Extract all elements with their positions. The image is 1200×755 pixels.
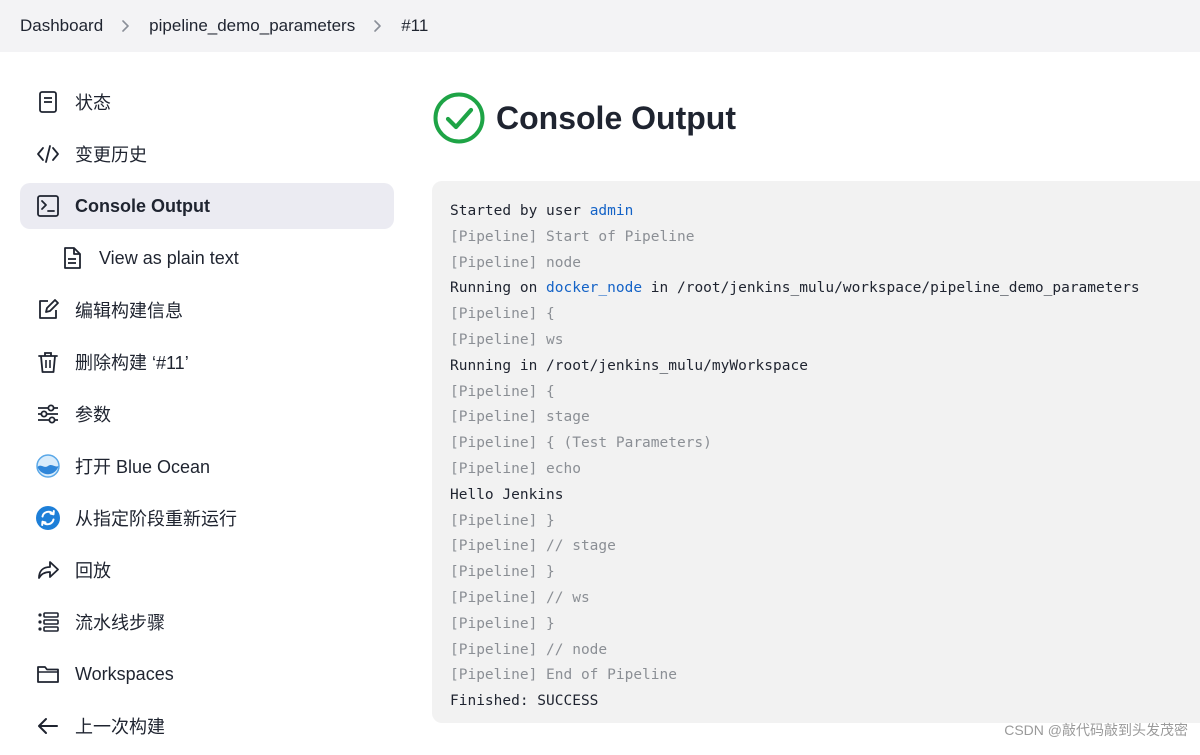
user-link[interactable]: admin (590, 203, 634, 219)
replay-icon (34, 556, 62, 584)
console-line: [Pipeline] node (450, 254, 581, 271)
console-line: [Pipeline] echo (450, 460, 581, 477)
terminal-icon (34, 192, 62, 220)
sidebar-item-label: 打开 Blue Ocean (75, 457, 211, 477)
sidebar-item-workspaces[interactable]: Workspaces (20, 651, 394, 697)
sidebar-item-label: Workspaces (75, 663, 174, 684)
breadcrumb: Dashboard pipeline_demo_parameters #11 (0, 0, 1200, 52)
console-line: Hello Jenkins (450, 486, 564, 503)
console-line: Started by user admin (450, 199, 1200, 225)
sidebar-item-console-output[interactable]: Console Output (20, 183, 394, 229)
sidebar-item-label: 上一次构建 (75, 717, 165, 737)
file-text-icon (58, 244, 86, 272)
code-icon (34, 140, 62, 168)
sidebar-item-previous-build[interactable]: 上一次构建 (20, 703, 394, 749)
blue-ocean-icon (34, 452, 62, 480)
document-icon (34, 88, 62, 116)
trash-icon (34, 348, 62, 376)
sidebar-item-delete-build[interactable]: 删除构建 ‘#11’ (20, 339, 394, 385)
sidebar-item-label: Console Output (75, 195, 210, 216)
sidebar-item-label: 状态 (75, 93, 111, 113)
console-output: Started by user admin [Pipeline] Start o… (432, 181, 1200, 723)
watermark: CSDN @敲代码敲到头发茂密 (1004, 722, 1188, 738)
page-title: Console Output (496, 99, 736, 136)
console-line: Running on docker_node in /root/jenkins_… (450, 276, 1200, 302)
console-line: [Pipeline] // node (450, 641, 608, 658)
list-icon (34, 608, 62, 636)
sidebar-item-label: View as plain text (99, 247, 239, 268)
sidebar-item-restart-stage[interactable]: 从指定阶段重新运行 (20, 495, 394, 541)
sidebar-item-label: 回放 (75, 561, 111, 581)
sidebar-item-label: 变更历史 (75, 145, 147, 165)
breadcrumb-job[interactable]: pipeline_demo_parameters (149, 16, 355, 36)
sidebar-item-edit-build[interactable]: 编辑构建信息 (20, 287, 394, 333)
sidebar-item-status[interactable]: 状态 (20, 79, 394, 125)
sidebar-item-label: 删除构建 ‘#11’ (75, 353, 189, 373)
breadcrumb-dashboard[interactable]: Dashboard (20, 16, 103, 36)
console-line: [Pipeline] { (450, 306, 555, 323)
sidebar-item-changes[interactable]: 变更历史 (20, 131, 394, 177)
console-line: [Pipeline] } (450, 512, 555, 529)
console-line: [Pipeline] } (450, 615, 555, 632)
sidebar-item-replay[interactable]: 回放 (20, 547, 394, 593)
console-line: [Pipeline] End of Pipeline (450, 667, 677, 684)
sidebar-item-plain-text[interactable]: View as plain text (20, 235, 394, 281)
sidebar: 状态 变更历史 Console Output View as plain tex… (20, 79, 394, 755)
console-line: [Pipeline] // ws (450, 589, 590, 606)
sidebar-item-label: 编辑构建信息 (75, 301, 183, 321)
success-check-icon (433, 92, 485, 144)
sidebar-item-label: 流水线步骤 (75, 613, 165, 633)
node-link[interactable]: docker_node (546, 280, 642, 296)
console-line: [Pipeline] { (Test Parameters) (450, 435, 712, 452)
console-text: Running on (450, 280, 547, 297)
folder-icon (34, 660, 62, 688)
restart-stage-icon (34, 504, 62, 532)
sidebar-item-pipeline-steps[interactable]: 流水线步骤 (20, 599, 394, 645)
console-text: Started by user (450, 203, 590, 219)
console-line: Running in /root/jenkins_mulu/myWorkspac… (450, 357, 808, 374)
console-line: [Pipeline] stage (450, 409, 590, 426)
console-line: [Pipeline] } (450, 564, 555, 581)
console-text: in /root/jenkins_mulu/workspace/pipeline… (642, 280, 1140, 297)
breadcrumb-build[interactable]: #11 (401, 16, 428, 36)
console-line: [Pipeline] ws (450, 331, 564, 348)
page-header: Console Output (432, 90, 736, 146)
console-line: [Pipeline] // stage (450, 538, 616, 555)
edit-icon (34, 296, 62, 324)
sidebar-item-blue-ocean[interactable]: 打开 Blue Ocean (20, 443, 394, 489)
chevron-right-icon (119, 19, 133, 33)
sliders-icon (34, 400, 62, 428)
chevron-right-icon (371, 19, 385, 33)
sidebar-item-label: 参数 (75, 405, 111, 425)
arrow-left-icon (34, 712, 62, 740)
console-line: [Pipeline] { (450, 383, 555, 400)
sidebar-item-label: 从指定阶段重新运行 (75, 509, 237, 529)
console-line: Finished: SUCCESS (450, 693, 599, 710)
console-line: [Pipeline] Start of Pipeline (450, 228, 695, 245)
sidebar-item-parameters[interactable]: 参数 (20, 391, 394, 437)
